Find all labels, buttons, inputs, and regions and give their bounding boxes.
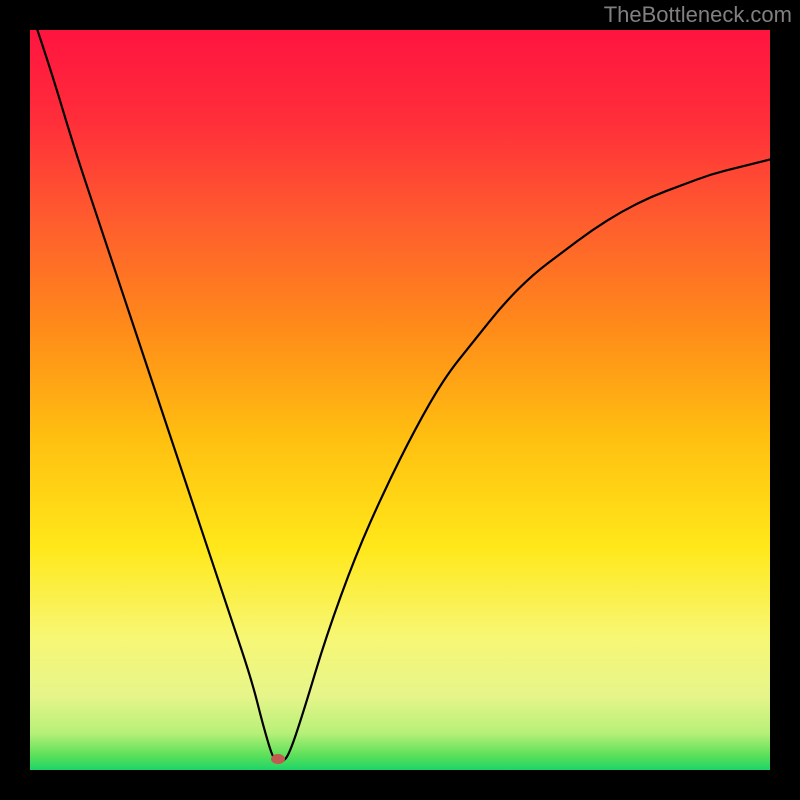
chart-plot-area	[30, 30, 770, 770]
bottleneck-curve	[30, 30, 770, 763]
optimum-marker	[271, 754, 285, 764]
chart-curve-layer	[30, 30, 770, 770]
watermark-text: TheBottleneck.com	[604, 2, 792, 28]
